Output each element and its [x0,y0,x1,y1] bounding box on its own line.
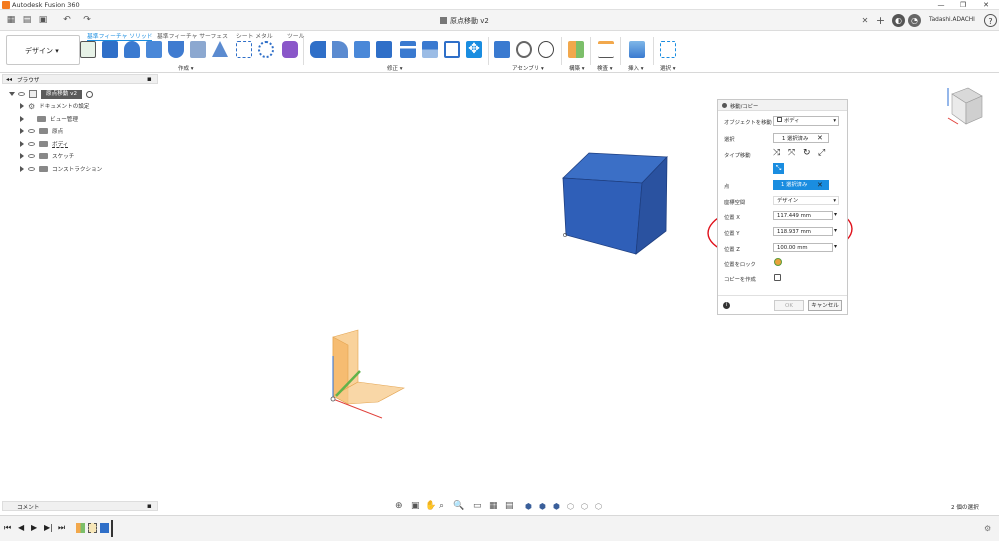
position-x-input[interactable]: 117.449 mm [773,211,833,220]
cancel-button[interactable]: キャンセル [808,300,842,311]
step-back-icon[interactable]: ◀ [18,523,24,532]
chevron-down-icon: ▾ [833,118,836,124]
camera-icon[interactable]: ▣ [411,501,420,511]
body-icon [777,117,782,122]
timeline-marker[interactable] [111,520,113,537]
position-z-input[interactable]: 100.00 mm [773,243,833,252]
timeline-sketch-feature[interactable] [88,523,97,533]
select-points-filter-icon[interactable]: ⬡ [581,502,588,511]
cube-front-face[interactable] [562,177,643,255]
translate-xyz-icon[interactable]: ⤧ [788,148,795,158]
move-copy-panel: 移動/コピー オブジェクトを移動 ボディ ▾ 選択 1 選択済み ✕ タイプ移動… [717,99,848,315]
position-lock-label: 位置をロック [724,262,756,268]
select-edges-filter-icon[interactable]: ⬡ [567,502,574,511]
chevron-down-icon: ▾ [833,198,836,204]
position-y-dropdown-icon[interactable]: ▾ [834,227,837,234]
step-forward-icon[interactable]: ▶| [44,523,53,532]
timeline-settings-icon[interactable]: ⚙ [984,524,991,533]
display-settings-icon[interactable]: ▭ [473,501,482,511]
clear-point-icon[interactable]: ✕ [817,181,823,189]
select-sketch-filter-icon[interactable]: ⬡ [595,502,602,511]
position-y-input[interactable]: 118.937 mm [773,227,833,236]
point-to-point-icon[interactable]: ⤢ [818,148,825,158]
position-x-label: 位置 X [724,215,740,221]
move-type-label: タイプ移動 [724,153,751,159]
orbit-icon[interactable]: ⊕ [395,501,403,511]
object-label: オブジェクトを移動 [724,120,772,126]
position-x-dropdown-icon[interactable]: ▾ [834,211,837,218]
select-label: 選択 [724,137,735,143]
object-type-dropdown[interactable]: ボディ ▾ [773,116,839,126]
viewports-icon[interactable]: ▤ [505,501,514,511]
select-components-filter-icon[interactable]: ⬢ [539,502,546,511]
panel-collapse-icon[interactable] [722,103,727,108]
point-label: 点 [724,184,730,190]
select-faces-filter-icon[interactable]: ⬢ [553,502,560,511]
comments-pin-icon[interactable]: ▪ [147,502,152,510]
navigation-bar: ⊕ ▣ ✋ ⌕ 🔍 ▭ ▦ ▤ ⬢ ⬢ ⬢ ⬡ ⬡ ⬡ [393,500,605,514]
selection-status: 2 個の選択 [951,505,979,511]
timeline: ⏮ ◀ ▶ ▶| ⏭ ⚙ [0,515,999,541]
create-copy-checkbox[interactable] [774,274,781,281]
comments-bar[interactable]: コメント ▪ [2,501,158,511]
select-bodies-filter-icon[interactable]: ⬢ [525,502,532,511]
timeline-extrude-feature[interactable] [100,523,109,533]
point-to-position-icon[interactable]: ⤡ [773,163,784,174]
lock-toggle-icon[interactable] [774,258,782,266]
design-canvas[interactable] [0,0,999,541]
zoom-window-icon[interactable]: ⌕ [439,501,444,511]
viewcube-x-axis [947,117,959,125]
ok-button[interactable]: OK [774,300,804,311]
timeline-plane-feature[interactable] [76,523,85,533]
go-to-end-icon[interactable]: ⏭ [58,523,65,533]
position-z-label: 位置 Z [724,247,740,253]
rotate-icon[interactable]: ↻ [803,148,811,158]
create-copy-label: コピーを作成 [724,277,756,283]
position-y-label: 位置 Y [724,231,740,237]
panel-divider [718,295,847,296]
origin-point[interactable] [330,396,336,402]
pan-icon[interactable]: ✋ [425,501,436,511]
coord-space-label: 座標空間 [724,200,746,206]
clear-selection-icon[interactable]: ✕ [817,134,823,142]
play-icon[interactable]: ▶ [31,523,37,532]
zoom-icon[interactable]: 🔍 [453,501,464,511]
info-icon[interactable]: i [723,302,730,309]
coord-space-dropdown[interactable]: デザイン ▾ [773,196,839,205]
go-to-start-icon[interactable]: ⏮ [4,523,11,533]
position-z-dropdown-icon[interactable]: ▾ [834,243,837,250]
free-move-icon[interactable]: ⤨ [773,148,780,158]
panel-title: 移動/コピー [730,104,759,110]
grid-settings-icon[interactable]: ▦ [489,501,498,511]
